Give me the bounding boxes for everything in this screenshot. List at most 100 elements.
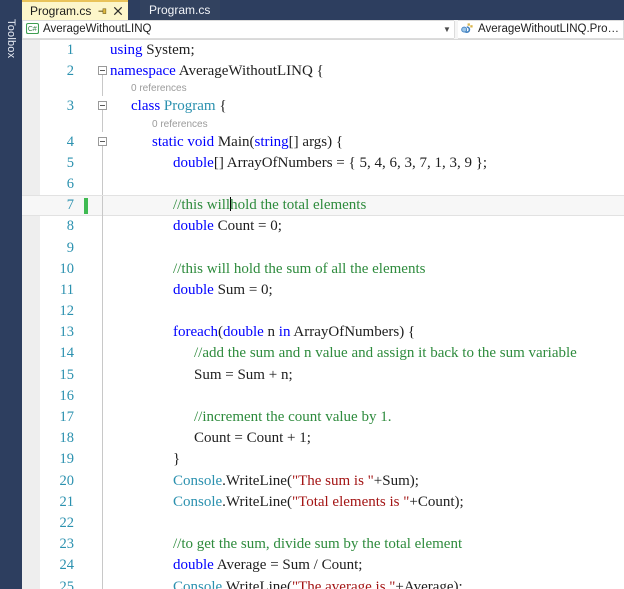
code-line[interactable]: 5double[] ArrayOfNumbers = { 5, 4, 6, 3,… (22, 153, 624, 174)
line-number: 11 (22, 280, 74, 301)
code-line[interactable]: 8 double Count = 0; (22, 216, 624, 237)
code-token: //increment the count value by 1. (194, 409, 391, 425)
line-number: 17 (22, 407, 74, 428)
code-token: Sum = Sum + n; (194, 367, 293, 383)
tab-controls (97, 6, 123, 17)
code-text: Sum = Sum + n; (194, 365, 293, 386)
code-text: double Average = Sum / Count; (173, 555, 362, 576)
code-line[interactable]: 6 (22, 174, 624, 195)
code-line[interactable]: 9 (22, 238, 624, 259)
code-line[interactable]: 24 double Average = Sum / Count; (22, 555, 624, 576)
code-line[interactable]: 13foreach(double n in ArrayOfNumbers) { (22, 322, 624, 343)
visual-studio-editor-window: Toolbox Program.cs Program.c (0, 0, 624, 589)
tab-program-cs-active[interactable]: Program.cs (22, 0, 128, 20)
outlining-guide-line (102, 174, 103, 195)
code-line[interactable]: 10//this will hold the sum of all the el… (22, 259, 624, 280)
code-text: Console.WriteLine("The average is "+Aver… (173, 577, 463, 589)
member-scope-dropdown[interactable]: AverageWithoutLINQ.Program (458, 20, 624, 39)
code-token: "The average is " (292, 579, 395, 589)
code-token: double (173, 218, 218, 234)
code-token: Count = 0; (218, 218, 282, 234)
outlining-guide-line (102, 534, 103, 555)
code-token: ArrayOfNumbers) { (293, 324, 415, 340)
outlining-guide-line (102, 386, 103, 407)
code-token: double (173, 557, 217, 573)
code-line[interactable]: 14//add the sum and n value and assign i… (22, 343, 624, 364)
code-line[interactable]: 22 (22, 513, 624, 534)
codelens-references-link[interactable]: 0 references (131, 82, 187, 96)
code-token: Console (173, 494, 222, 510)
outlining-guide-line (102, 259, 103, 280)
tab-program-cs-inactive[interactable]: Program.cs (140, 0, 220, 20)
project-scope-dropdown[interactable]: C# AverageWithoutLINQ ▼ (22, 20, 454, 39)
code-line[interactable]: 23//to get the sum, divide sum by the to… (22, 534, 624, 555)
code-token: using (110, 42, 146, 58)
line-number: 2 (22, 61, 74, 82)
code-text: //this will hold the sum of all the elem… (173, 259, 425, 280)
toolbox-tab[interactable]: Toolbox (0, 4, 22, 74)
code-token: { (216, 98, 227, 114)
code-token: +Sum); (374, 473, 419, 489)
code-line[interactable]: 17 //increment the count value by 1. (22, 407, 624, 428)
code-token: class (131, 98, 164, 114)
pin-icon[interactable] (97, 6, 108, 17)
outlining-guide-line (102, 82, 103, 96)
line-number: 25 (22, 577, 74, 589)
code-line[interactable]: 1using System; (22, 40, 624, 61)
code-line[interactable]: 3 class Program { (22, 96, 624, 117)
code-line[interactable]: 2namespace AverageWithoutLINQ { (22, 61, 624, 82)
code-token: Count = Count + 1; (194, 430, 311, 446)
code-token: Console (173, 473, 222, 489)
code-line[interactable]: 21Console.WriteLine("Total elements is "… (22, 492, 624, 513)
code-line[interactable]: 16 (22, 386, 624, 407)
code-line[interactable]: 20Console.WriteLine("The sum is "+Sum); (22, 471, 624, 492)
line-number: 7 (22, 196, 74, 215)
code-text: Count = Count + 1; (194, 428, 311, 449)
code-token: //this will hold the sum of all the elem… (173, 261, 425, 277)
line-number: 24 (22, 555, 74, 576)
outlining-guide-line (102, 322, 103, 343)
code-token: Sum = 0; (218, 282, 273, 298)
outlining-guide-line (102, 196, 103, 217)
line-number: 22 (22, 513, 74, 534)
csharp-project-icon: C# (26, 22, 39, 38)
line-number: 4 (22, 132, 74, 153)
code-text: double Sum = 0; (173, 280, 273, 301)
code-line[interactable]: 25 Console.WriteLine("The average is "+Av… (22, 577, 624, 589)
code-line[interactable]: 18Count = Count + 1; (22, 428, 624, 449)
collapse-region-toggle[interactable] (98, 66, 107, 75)
code-editor[interactable]: 1using System;2namespace AverageWithoutL… (22, 40, 624, 589)
code-line[interactable]: 15Sum = Sum + n; (22, 365, 624, 386)
code-token: "Total elements is " (292, 494, 409, 510)
code-token: string (255, 134, 289, 150)
line-number: 3 (22, 96, 74, 117)
code-token: double (173, 155, 214, 171)
line-number: 16 (22, 386, 74, 407)
code-line[interactable]: 19} (22, 449, 624, 470)
line-number: 23 (22, 534, 74, 555)
tab-label: Program.cs (30, 2, 91, 20)
code-line[interactable]: 7//this willhold the total elements (22, 195, 624, 216)
code-line[interactable]: 11 double Sum = 0; (22, 280, 624, 301)
code-token: .WriteLine( (222, 494, 292, 510)
code-text: class Program { (131, 96, 227, 117)
chevron-down-icon[interactable]: ▼ (440, 21, 454, 38)
code-token: +Count); (409, 494, 463, 510)
code-token: //this will (173, 197, 230, 213)
line-number: 8 (22, 216, 74, 237)
collapse-region-toggle[interactable] (98, 137, 107, 146)
code-token: +Average); (395, 579, 462, 589)
outlining-guide-line (102, 301, 103, 322)
close-icon[interactable] (113, 6, 123, 16)
code-line[interactable]: 4static void Main(string[] args) { (22, 132, 624, 153)
code-token: //add the sum and n value and assign it … (194, 345, 577, 361)
code-line[interactable]: 12 (22, 301, 624, 322)
collapse-region-toggle[interactable] (98, 101, 107, 110)
outlining-guide-line (102, 238, 103, 259)
codelens-references-link[interactable]: 0 references (152, 118, 208, 132)
outlining-guide-line (102, 365, 103, 386)
outlining-guide-line (102, 343, 103, 364)
tab-label: Program.cs (149, 1, 210, 19)
line-number: 1 (22, 40, 74, 61)
code-token: foreach (173, 324, 218, 340)
